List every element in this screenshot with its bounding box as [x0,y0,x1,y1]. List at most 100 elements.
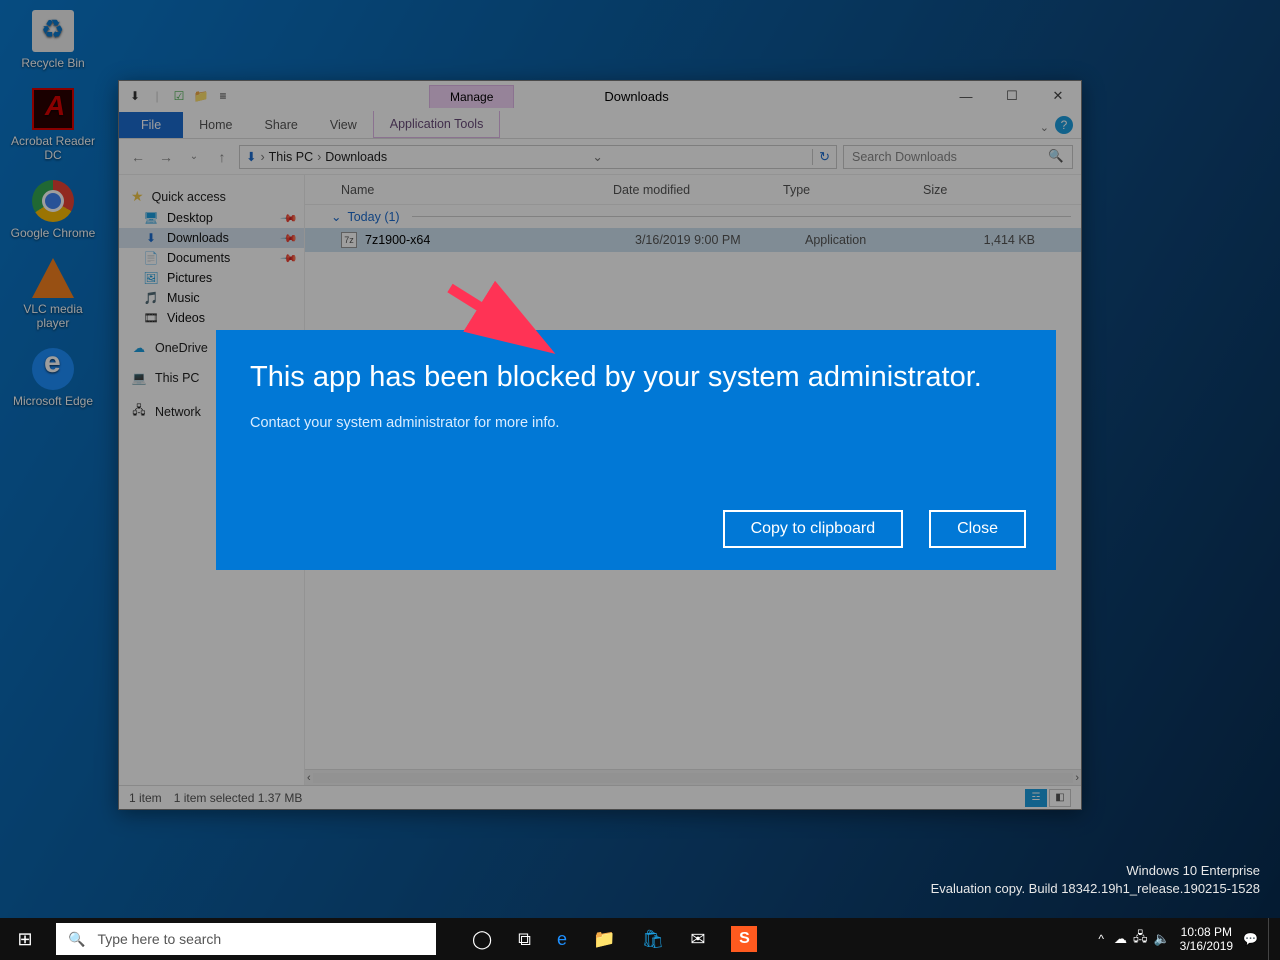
tab-share[interactable]: Share [249,112,314,138]
view-details-button[interactable]: ☲ [1025,789,1047,807]
desktop-icon-label: Google Chrome [8,226,98,240]
tab-application-tools[interactable]: Application Tools [373,111,501,138]
column-type[interactable]: Type [775,183,915,197]
network-icon: 🖧 [131,401,147,422]
explorer-titlebar[interactable]: ⬇ | ☑ 📁 ≡ Manage Downloads — ☐ ✕ [119,81,1081,111]
taskbar-store-icon[interactable]: 🛍 [641,929,664,950]
status-item-count: 1 item [129,791,162,805]
tray-overflow-icon[interactable]: ^ [1098,932,1104,946]
sidebar-quick-access[interactable]: ★Quick access [119,185,304,208]
taskbar-search-input[interactable]: 🔍 Type here to search [56,923,436,955]
documents-folder-icon: 📄 [143,251,159,265]
tab-file[interactable]: File [119,112,183,138]
videos-folder-icon: 🎞 [143,311,159,325]
clock-date: 3/16/2019 [1180,939,1233,953]
tab-home[interactable]: Home [183,112,248,138]
pin-icon: 📌 [280,209,299,228]
downloads-folder-icon: ⬇ [143,231,159,245]
search-input[interactable]: Search Downloads 🔍 [843,145,1073,169]
new-folder-icon[interactable]: 📁 [193,88,209,104]
desktop-icon-label: Recycle Bin [8,56,98,70]
desktop-icon-acrobat[interactable]: Acrobat Reader DC [8,88,98,162]
divider-icon: | [149,88,165,104]
task-view-icon[interactable]: ⧉ [518,929,531,950]
action-center-icon[interactable]: 💬 [1243,932,1258,946]
breadcrumb-dropdown-icon[interactable]: ⌄ [592,149,602,164]
maximize-button[interactable]: ☐ [989,81,1035,111]
column-modified[interactable]: Date modified [605,183,775,197]
desktop-icon-label: Acrobat Reader DC [8,134,98,162]
tray-network-icon[interactable]: 🖧 [1133,928,1148,950]
chrome-icon [32,180,74,222]
star-icon: ★ [131,188,144,205]
start-button[interactable]: ⊞ [0,918,50,960]
properties-icon[interactable]: ☑ [171,88,187,104]
sidebar-item-music[interactable]: 🎵Music [119,288,304,308]
sidebar-item-pictures[interactable]: 🖼Pictures [119,268,304,288]
sidebar-item-downloads[interactable]: ⬇Downloads📌 [119,228,304,248]
explorer-navbar: ← → ⌄ ↑ ⬇ › This PC › Downloads ⌄ ↻ Sear… [119,139,1081,175]
minimize-button[interactable]: — [943,81,989,111]
file-row[interactable]: 7z 7z1900-x64 3/16/2019 9:00 PM Applicat… [305,228,1081,252]
downloads-icon: ⬇ [127,88,143,104]
pictures-folder-icon: 🖼 [143,271,159,285]
nav-forward-button[interactable]: → [155,149,177,165]
help-icon[interactable]: ? [1055,116,1073,134]
nav-recent-button[interactable]: ⌄ [183,151,205,162]
onedrive-icon: ☁ [131,341,147,355]
desktop-icon-chrome[interactable]: Google Chrome [8,180,98,240]
copy-to-clipboard-button[interactable]: Copy to clipboard [723,510,904,548]
column-name[interactable]: Name [305,183,605,197]
vlc-icon [32,258,74,298]
taskbar-edge-icon[interactable]: e [557,929,567,950]
desktop-icon-edge[interactable]: Microsoft Edge [8,348,98,408]
breadcrumb-root[interactable]: This PC [269,150,313,164]
nav-back-button[interactable]: ← [127,149,149,165]
watermark-line1: Windows 10 Enterprise [931,862,1260,880]
close-dialog-button[interactable]: Close [929,510,1026,548]
nav-up-button[interactable]: ↑ [211,149,233,165]
column-headers[interactable]: Name Date modified Type Size [305,175,1081,205]
ribbon-context-tab[interactable]: Manage [429,85,514,108]
taskbar-app-icon[interactable]: S [731,926,757,952]
show-desktop-button[interactable] [1268,918,1274,960]
sidebar-item-documents[interactable]: 📄Documents📌 [119,248,304,268]
scroll-right-icon[interactable]: › [1075,772,1079,784]
music-folder-icon: 🎵 [143,291,159,305]
view-large-button[interactable]: ◧ [1049,789,1071,807]
dialog-title: This app has been blocked by your system… [250,358,1022,397]
sidebar-item-videos[interactable]: 🎞Videos [119,308,304,328]
horizontal-scrollbar[interactable]: ‹ › [305,769,1081,785]
taskbar-explorer-icon[interactable]: 📁 [593,929,615,950]
breadcrumb[interactable]: ⬇ › This PC › Downloads ⌄ ↻ [239,145,837,169]
recycle-bin-icon [32,10,74,52]
taskbar-mail-icon[interactable]: ✉ [690,929,705,950]
downloads-path-icon: ⬇ [246,149,256,164]
desktop-icon-recycle-bin[interactable]: Recycle Bin [8,10,98,70]
tray-volume-icon[interactable]: 🔈 [1153,931,1169,947]
desktop-icon-label: Microsoft Edge [8,394,98,408]
desktop-icon-vlc[interactable]: VLC media player [8,258,98,330]
file-group-header[interactable]: Today (1) [305,205,1081,228]
cortana-icon[interactable]: ◯ [472,929,492,950]
desktop-folder-icon: 🖥 [143,211,159,225]
file-size: 1,414 KB [945,233,1045,247]
breadcrumb-folder[interactable]: Downloads [325,150,387,164]
customize-qat-icon[interactable]: ≡ [215,88,231,104]
chevron-right-icon: › [260,150,264,164]
tab-view[interactable]: View [314,112,373,138]
search-icon: 🔍 [68,931,85,948]
explorer-statusbar: 1 item 1 item selected 1.37 MB ☲ ◧ [119,785,1081,809]
ribbon-tabs: File Home Share View Application Tools ⌄… [119,111,1081,139]
close-button[interactable]: ✕ [1035,81,1081,111]
scroll-left-icon[interactable]: ‹ [307,772,311,784]
column-size[interactable]: Size [915,183,1015,197]
search-placeholder: Search Downloads [852,150,957,164]
taskbar-clock[interactable]: 10:08 PM 3/16/2019 [1180,925,1233,954]
tray-onedrive-icon[interactable]: ☁ [1114,931,1127,947]
exe-file-icon: 7z [341,232,357,248]
acrobat-icon [32,88,74,130]
sidebar-item-desktop[interactable]: 🖥Desktop📌 [119,208,304,228]
expand-ribbon-icon[interactable]: ⌄ [1040,121,1049,134]
refresh-icon[interactable]: ↻ [812,149,830,165]
